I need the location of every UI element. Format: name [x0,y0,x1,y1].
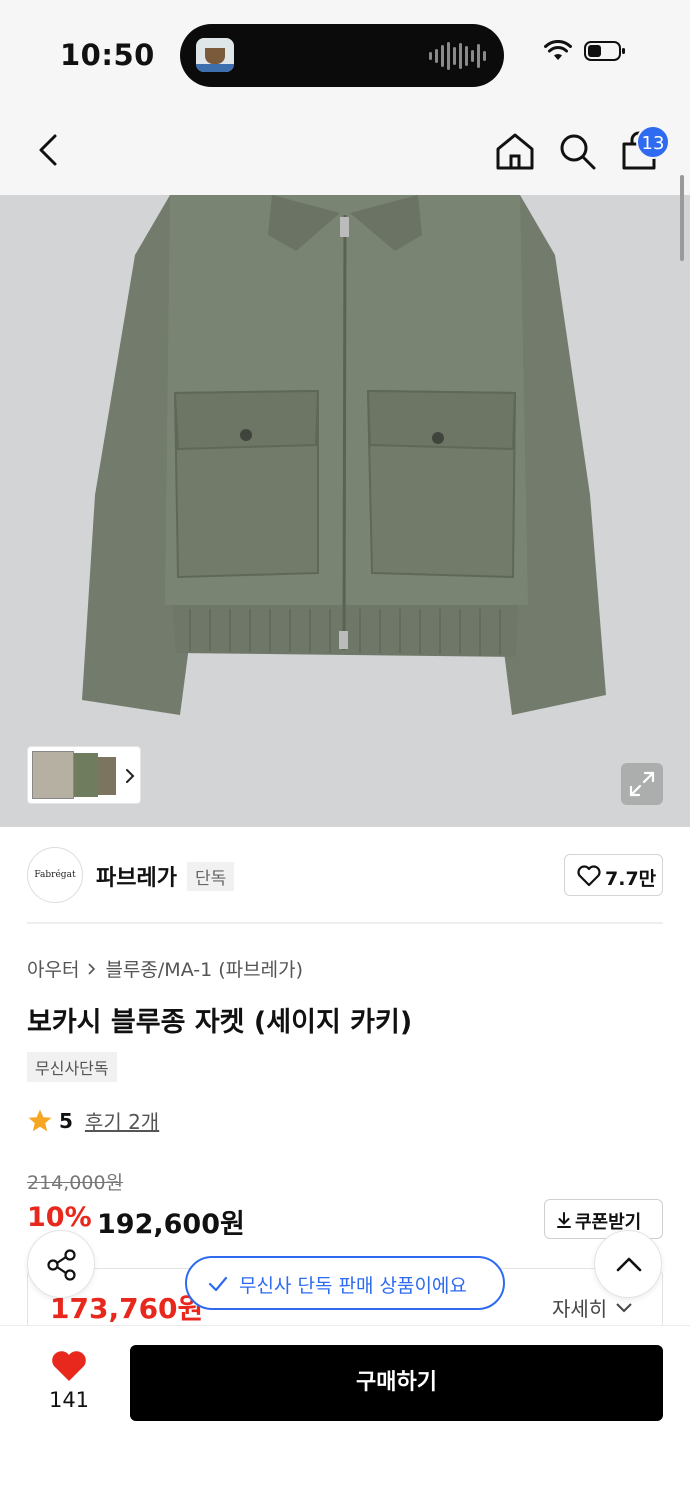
exclusive-notice-text: 무신사 단독 판매 상품이에요 [239,1275,467,1297]
breadcrumb: 아우터 블루종/MA-1 (파브레가) [27,955,303,982]
breadcrumb-item[interactable]: 블루종/MA-1 (파브레가) [105,955,303,982]
star-icon [28,1109,52,1131]
original-price: 214,000원 [27,1172,124,1194]
thumbnail[interactable] [74,753,98,797]
share-button[interactable] [27,1230,95,1298]
cart-count-badge: 13 [636,125,670,159]
detail-label: 자세히 [552,1297,608,1321]
rating-score: 5 [59,1108,73,1133]
product-title: 보카시 블루종 자켓 (세이지 카키) [27,1007,413,1038]
exclusive-tag: 무신사단독 [27,1052,117,1082]
brand-like-count: 7.7만 [605,868,657,890]
buy-button[interactable]: 구매하기 [130,1345,663,1421]
status-bar: 10:50 [0,0,690,105]
brand-like-button[interactable]: 7.7만 [564,854,663,896]
status-icons [544,40,626,62]
share-icon [47,1249,76,1281]
chevron-right-icon [88,962,96,975]
divider [27,922,663,924]
exclusive-notice-pill: 무신사 단독 판매 상품이에요 [185,1256,505,1310]
heart-filled-icon[interactable] [50,1349,88,1383]
jacket-image [0,195,690,827]
expand-icon [629,771,655,797]
product-like-count: 141 [48,1388,90,1412]
home-icon[interactable] [494,130,536,172]
check-icon [208,1276,228,1292]
brand-logo[interactable]: Fabrégat [27,847,83,903]
battery-icon [584,41,625,61]
scroll-indicator[interactable] [680,175,684,261]
heart-outline-icon [577,865,601,887]
back-arrow-icon[interactable] [30,130,70,170]
dynamic-island [180,24,504,87]
sale-price: 192,600원 [97,1209,245,1240]
scroll-top-button[interactable] [594,1230,662,1298]
search-icon[interactable] [556,130,598,172]
discount-rate: 10% [27,1202,92,1233]
image-thumbnail-strip[interactable] [27,746,141,804]
wifi-icon [544,40,572,60]
brand-exclusive-tag: 단독 [187,862,235,891]
top-nav: 13 [0,105,690,195]
coupon-button[interactable]: 쿠폰받기 [544,1199,663,1239]
now-playing-artwork [196,38,234,72]
thumbnail[interactable] [98,757,116,795]
download-icon [557,1212,571,1228]
review-count-link[interactable]: 후기 2개 [85,1106,159,1135]
audio-wave-icon [429,42,486,70]
chevron-up-icon [616,1257,642,1272]
product-image[interactable] [0,195,690,827]
chevron-right-icon[interactable] [120,763,140,789]
brand-name[interactable]: 파브레가 [96,860,177,892]
thumbnail-selected[interactable] [32,751,74,799]
rating-row: 5 후기 2개 [27,1106,159,1135]
expand-image-button[interactable] [621,763,663,805]
breadcrumb-item[interactable]: 아우터 [27,955,79,982]
status-time: 10:50 [60,38,155,72]
chevron-down-icon [616,1302,632,1312]
